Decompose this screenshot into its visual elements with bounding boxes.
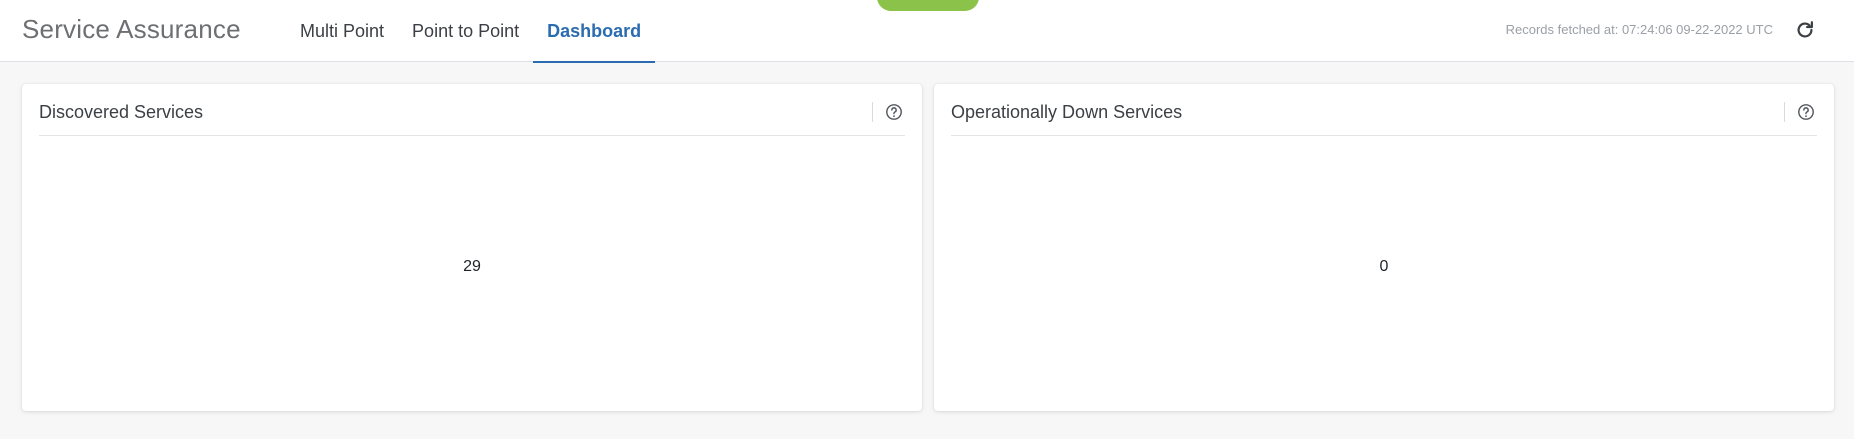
- card-header: Operationally Down Services: [951, 84, 1817, 136]
- discovered-services-card: Discovered Services 29: [22, 84, 922, 411]
- card-title: Discovered Services: [39, 102, 204, 122]
- app-title: Service Assurance: [22, 14, 241, 44]
- records-fetched-timestamp: Records fetched at: 07:24:06 09-22-2022 …: [1505, 22, 1773, 37]
- help-circle-icon[interactable]: [1797, 103, 1815, 121]
- refresh-icon: [1797, 21, 1813, 38]
- top-header: Service Assurance Multi Point Point to P…: [0, 0, 1854, 63]
- tab-dashboard[interactable]: Dashboard: [533, 0, 656, 63]
- header-divider: [1784, 102, 1785, 122]
- discovered-services-count: 29: [463, 258, 481, 275]
- operationally-down-count: 0: [1379, 258, 1389, 275]
- tab-multi-point[interactable]: Multi Point: [286, 0, 398, 62]
- operationally-down-services-card: Operationally Down Services 0: [934, 84, 1834, 411]
- tab-point-to-point[interactable]: Point to Point: [398, 0, 533, 62]
- tab-bar: Multi Point Point to Point Dashboard: [286, 0, 656, 63]
- card-title: Operationally Down Services: [951, 102, 1183, 122]
- card-header: Discovered Services: [39, 84, 905, 136]
- header-divider: [872, 102, 873, 122]
- refresh-button[interactable]: [1792, 17, 1818, 43]
- status-indicator-pill[interactable]: [877, 0, 979, 11]
- help-circle-icon[interactable]: [885, 103, 903, 121]
